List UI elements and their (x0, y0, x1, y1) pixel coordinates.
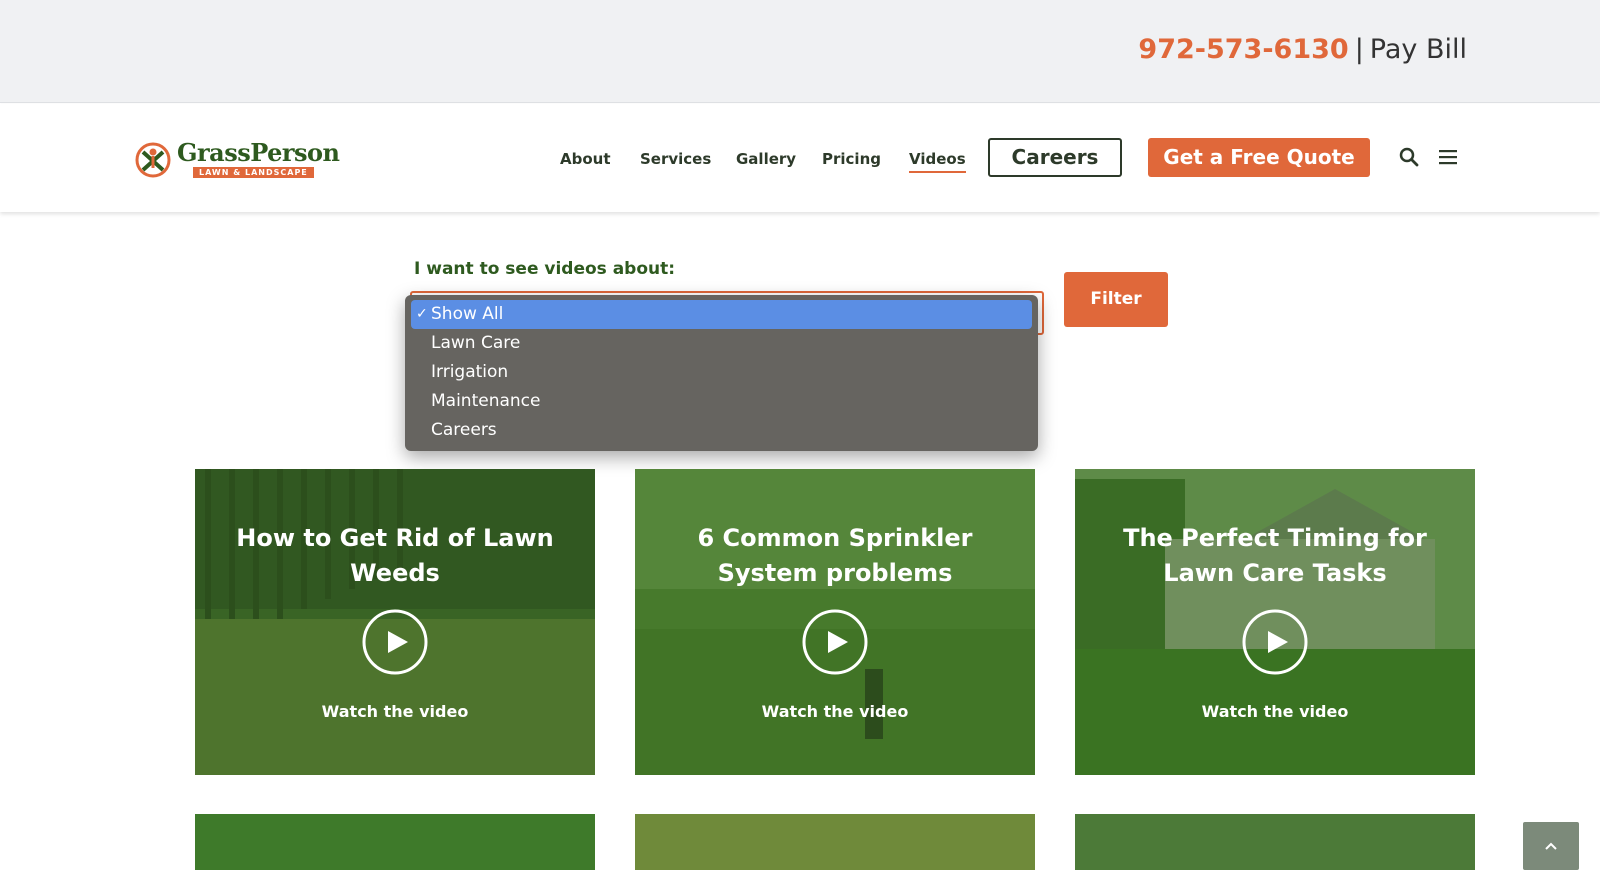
logo-mark-icon (135, 142, 171, 178)
chevron-up-icon (1545, 842, 1557, 850)
checkmark-icon: ✓ (416, 306, 428, 322)
pay-bill-link[interactable]: Pay Bill (1370, 34, 1467, 65)
video-thumbnail (635, 814, 1035, 870)
video-thumbnail (1075, 814, 1475, 870)
video-card-partial[interactable] (635, 814, 1035, 870)
dropdown-option-maintenance[interactable]: Maintenance (411, 387, 1032, 416)
filter-button[interactable]: Filter (1064, 272, 1168, 327)
nav-pricing[interactable]: Pricing (822, 150, 881, 168)
site-header: GrassPerson LAWN & LANDSCAPE About Servi… (0, 104, 1600, 212)
hamburger-menu-icon[interactable] (1439, 149, 1457, 165)
scroll-to-top-button[interactable] (1523, 822, 1579, 870)
watch-video-link[interactable]: Watch the video (635, 702, 1035, 721)
watch-video-link[interactable]: Watch the video (1075, 702, 1475, 721)
play-icon[interactable] (802, 609, 868, 675)
logo-wordmark: GrassPerson (177, 138, 340, 167)
contact-line: 972-573-6130 | Pay Bill (1138, 34, 1467, 65)
logo[interactable]: GrassPerson LAWN & LANDSCAPE (135, 137, 340, 181)
nav-gallery[interactable]: Gallery (736, 150, 796, 168)
separator: | (1354, 34, 1364, 65)
video-card[interactable]: How to Get Rid of Lawn Weeds Watch the v… (195, 469, 595, 775)
option-label: Show All (431, 304, 504, 324)
video-thumbnail (195, 814, 595, 870)
video-card[interactable]: 6 Common Sprinkler System problems Watch… (635, 469, 1035, 775)
free-quote-button[interactable]: Get a Free Quote (1148, 138, 1370, 177)
category-dropdown-list: ✓ Show All Lawn Care Irrigation Maintenan… (405, 295, 1038, 451)
top-utility-bar: 972-573-6130 | Pay Bill (0, 0, 1600, 103)
phone-link[interactable]: 972-573-6130 (1138, 34, 1348, 65)
video-card-partial[interactable] (195, 814, 595, 870)
video-title: 6 Common Sprinkler System problems (697, 524, 973, 587)
logo-tagline: LAWN & LANDSCAPE (193, 167, 314, 178)
search-icon[interactable] (1399, 147, 1419, 167)
video-title: How to Get Rid of Lawn Weeds (236, 524, 554, 587)
nav-videos[interactable]: Videos (909, 150, 966, 173)
nav-about[interactable]: About (560, 150, 611, 168)
filter-label: I want to see videos about: (414, 259, 676, 279)
dropdown-option-lawn-care[interactable]: Lawn Care (411, 329, 1032, 358)
nav-services[interactable]: Services (640, 150, 711, 168)
careers-button[interactable]: Careers (988, 138, 1122, 177)
dropdown-option-careers[interactable]: Careers (411, 416, 1032, 445)
watch-video-link[interactable]: Watch the video (195, 702, 595, 721)
play-icon[interactable] (1242, 609, 1308, 675)
video-card-partial[interactable] (1075, 814, 1475, 870)
dropdown-option-show-all[interactable]: ✓ Show All (411, 300, 1032, 329)
play-icon[interactable] (362, 609, 428, 675)
video-title: The Perfect Timing for Lawn Care Tasks (1123, 524, 1427, 587)
dropdown-option-irrigation[interactable]: Irrigation (411, 358, 1032, 387)
video-card[interactable]: The Perfect Timing for Lawn Care Tasks W… (1075, 469, 1475, 775)
